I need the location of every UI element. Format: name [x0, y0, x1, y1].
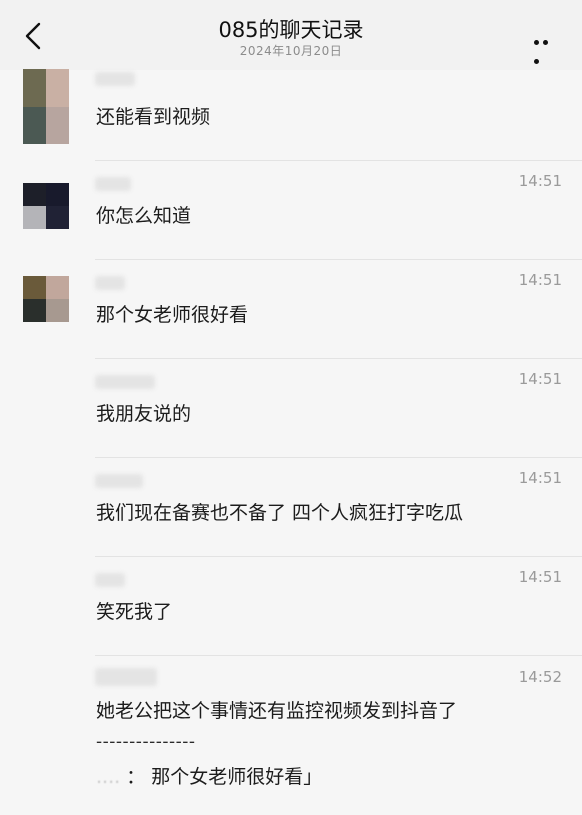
sender-name [95, 668, 157, 686]
message-time: 14:52 [518, 668, 562, 686]
message-time: 14:51 [518, 469, 562, 487]
message-text: 那个女老师很好看 [96, 304, 249, 326]
page-title: 085的聊天记录 [218, 18, 364, 42]
message-item: 14:51 你怎么知道 [0, 161, 582, 260]
message-text: 我朋友说的 [96, 403, 192, 425]
quoted-text: ： 那个女老师很好看」 [126, 766, 323, 788]
message-item: 14:52 她老公把这个事情还有监控视频发到抖音了 --------------… [0, 656, 582, 815]
sender-name [95, 276, 125, 290]
page-date: 2024年10月20日 [239, 44, 343, 58]
message-time: 14:51 [518, 568, 562, 586]
sender-name [95, 375, 155, 389]
avatar [23, 276, 69, 322]
message-text: 我们现在备赛也不备了 四个人疯狂打字吃瓜 [96, 502, 464, 524]
sender-name [95, 72, 135, 86]
message-text: 她老公把这个事情还有监控视频发到抖音了 [96, 700, 458, 722]
message-item: 还能看到视频 [0, 62, 582, 161]
message-time: 14:51 [518, 271, 562, 289]
more-dots-icon[interactable] [534, 30, 560, 64]
quote-separator: --------------- [96, 732, 196, 752]
quoted-message: .... ： 那个女老师很好看」 [96, 762, 322, 789]
sender-name [95, 573, 125, 587]
message-text: 还能看到视频 [96, 106, 211, 128]
chat-history-header: 085的聊天记录 2024年10月20日 [0, 0, 582, 70]
message-item: 14:51 笑死我了 [0, 557, 582, 656]
message-time: 14:51 [518, 172, 562, 190]
message-item: 14:51 我们现在备赛也不备了 四个人疯狂打字吃瓜 [0, 458, 582, 557]
message-time: 14:51 [518, 370, 562, 388]
sender-name [95, 474, 143, 488]
message-text: 笑死我了 [96, 601, 173, 623]
avatar [23, 69, 69, 144]
message-item: 14:51 那个女老师很好看 [0, 260, 582, 359]
message-item: 14:51 我朋友说的 [0, 359, 582, 458]
sender-name [95, 177, 131, 191]
quoted-sender: .... [96, 766, 121, 788]
message-text: 你怎么知道 [96, 205, 192, 227]
avatar [23, 183, 69, 229]
